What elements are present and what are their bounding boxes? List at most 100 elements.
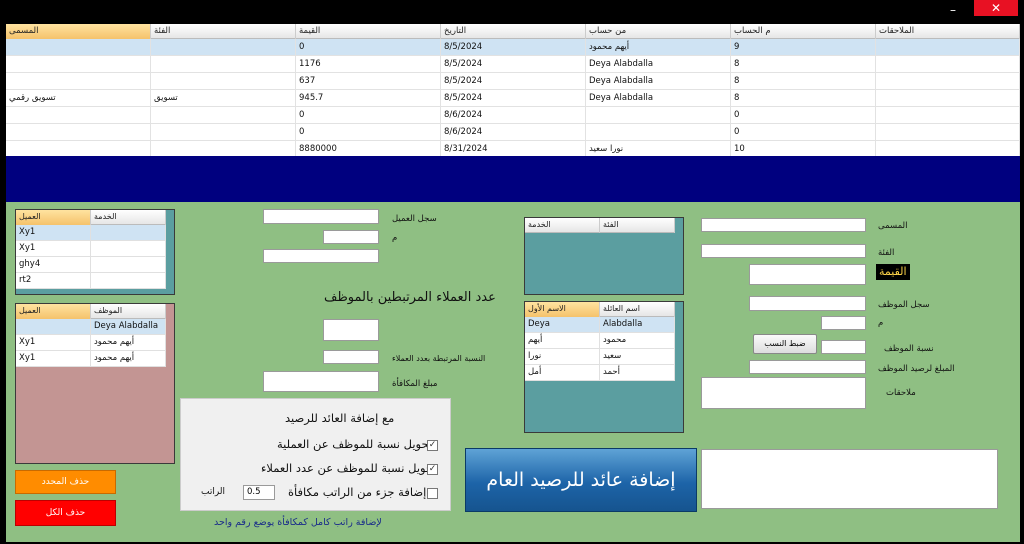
- table-cell[interactable]: [151, 107, 296, 123]
- table-cell[interactable]: 8/6/2024: [441, 124, 586, 140]
- table-cell[interactable]: 0: [731, 124, 876, 140]
- table-cell[interactable]: Deya Alabdalla: [586, 73, 731, 89]
- table-cell[interactable]: 0: [731, 107, 876, 123]
- table-row[interactable]: Xy1 أيهم محمود: [16, 335, 166, 351]
- table-cell[interactable]: [91, 225, 166, 240]
- table-cell[interactable]: سعيد: [600, 349, 675, 364]
- table-cell[interactable]: [6, 124, 151, 140]
- table-row[interactable]: أمل أحمد: [525, 365, 675, 381]
- col-header-service[interactable]: الخدمة: [91, 210, 166, 225]
- minimize-button[interactable]: –: [930, 0, 976, 20]
- employees-grid[interactable]: العميل الموظف Deya Alabdalla Xy1 أيهم محمو…: [15, 303, 175, 464]
- client-m-input[interactable]: [323, 230, 379, 244]
- employee-ratio-input[interactable]: [821, 340, 866, 354]
- clients-count-input[interactable]: [323, 319, 379, 341]
- table-cell[interactable]: [876, 141, 1020, 157]
- option-salary-bonus-checkbox[interactable]: [427, 488, 438, 499]
- table-cell[interactable]: [6, 107, 151, 123]
- table-row[interactable]: Deya Alabdalla: [16, 319, 166, 335]
- col-header-value[interactable]: القيمة: [296, 24, 441, 39]
- table-cell[interactable]: Deya Alabdalla: [586, 56, 731, 72]
- table-cell[interactable]: [91, 273, 166, 288]
- col-header-date[interactable]: التاريخ: [441, 24, 586, 39]
- table-cell[interactable]: [151, 73, 296, 89]
- salary-ratio-input[interactable]: 0.5: [243, 485, 275, 500]
- table-cell[interactable]: 10: [731, 141, 876, 157]
- col-header-service[interactable]: الخدمة: [525, 218, 600, 233]
- table-row[interactable]: Xy1: [16, 241, 166, 257]
- table-cell[interactable]: Xy1: [16, 225, 91, 240]
- names-grid[interactable]: الاسم الأول اسم العائلة Deya Alabdalla أيه…: [524, 301, 684, 433]
- table-cell[interactable]: [876, 124, 1020, 140]
- table-cell[interactable]: 945.7: [296, 90, 441, 106]
- log-textarea[interactable]: [701, 449, 998, 509]
- table-cell[interactable]: نورا سعيد: [586, 141, 731, 157]
- table-cell[interactable]: rt2: [16, 273, 91, 288]
- option-clients-count-checkbox[interactable]: ✓: [427, 464, 438, 475]
- table-cell[interactable]: [151, 56, 296, 72]
- table-cell[interactable]: [151, 141, 296, 157]
- table-cell[interactable]: 0: [296, 39, 441, 55]
- table-cell[interactable]: أمل: [525, 365, 600, 380]
- table-row[interactable]: Deya Alabdalla: [525, 317, 675, 333]
- table-cell[interactable]: Alabdalla: [600, 317, 675, 332]
- table-cell[interactable]: 1176: [296, 56, 441, 72]
- table-row[interactable]: 0 8/6/2024 0: [6, 107, 1020, 124]
- table-row[interactable]: 1176 8/5/2024 Deya Alabdalla 8: [6, 56, 1020, 73]
- employee-amount-input[interactable]: [749, 360, 866, 374]
- table-row[interactable]: تسويق رقمي تسويق 945.7 8/5/2024 Deya Alabdal…: [6, 90, 1020, 107]
- table-cell[interactable]: Xy1: [16, 241, 91, 256]
- col-header-notes[interactable]: الملاحقات: [876, 24, 1020, 39]
- service-grid[interactable]: الخدمة الفئة: [524, 217, 684, 295]
- table-cell[interactable]: Deya Alabdalla: [586, 90, 731, 106]
- table-cell[interactable]: 8: [731, 73, 876, 89]
- table-cell[interactable]: Xy1: [16, 335, 91, 350]
- table-cell[interactable]: 8/31/2024: [441, 141, 586, 157]
- table-cell[interactable]: أيهم: [525, 333, 600, 348]
- close-button[interactable]: ✕: [974, 0, 1018, 16]
- table-row[interactable]: أيهم محمود: [525, 333, 675, 349]
- table-cell[interactable]: 8/5/2024: [441, 73, 586, 89]
- table-row[interactable]: rt2: [16, 273, 166, 289]
- table-cell[interactable]: [586, 107, 731, 123]
- col-header-client[interactable]: العميل: [16, 304, 91, 319]
- table-cell[interactable]: 0: [296, 107, 441, 123]
- table-cell[interactable]: أيهم محمود: [586, 39, 731, 55]
- table-cell[interactable]: [6, 141, 151, 157]
- col-header-name[interactable]: المسمى: [6, 24, 151, 39]
- table-cell[interactable]: 8: [731, 90, 876, 106]
- table-cell[interactable]: ghy4: [16, 257, 91, 272]
- table-cell[interactable]: تسويق رقمي: [6, 90, 151, 106]
- client-extra-input[interactable]: [263, 249, 379, 263]
- bonus-amount-input[interactable]: [263, 371, 379, 392]
- table-cell[interactable]: أيهم محمود: [91, 351, 166, 366]
- transactions-grid[interactable]: المسمى الفئة القيمة التاريخ من حساب م ال…: [6, 24, 1020, 158]
- table-cell[interactable]: 8880000: [296, 141, 441, 157]
- col-header-from-account[interactable]: من حساب: [586, 24, 731, 39]
- table-row[interactable]: 637 8/5/2024 Deya Alabdalla 8: [6, 73, 1020, 90]
- table-row[interactable]: Xy1 أيهم محمود: [16, 351, 166, 367]
- set-ratios-button[interactable]: ضبط النسب: [753, 334, 817, 354]
- table-row[interactable]: 0 8/6/2024 0: [6, 124, 1020, 141]
- table-cell[interactable]: أحمد: [600, 365, 675, 380]
- table-cell[interactable]: [876, 90, 1020, 106]
- table-cell[interactable]: [876, 56, 1020, 72]
- table-cell[interactable]: [6, 73, 151, 89]
- employee-m-input[interactable]: [821, 316, 866, 330]
- table-cell[interactable]: [6, 56, 151, 72]
- table-row[interactable]: ghy4: [16, 257, 166, 273]
- table-cell[interactable]: Xy1: [16, 351, 91, 366]
- table-cell[interactable]: [876, 73, 1020, 89]
- table-cell[interactable]: [876, 107, 1020, 123]
- notes-input[interactable]: [701, 377, 866, 409]
- col-header-employee[interactable]: الموظف: [91, 304, 166, 319]
- table-cell[interactable]: [91, 257, 166, 272]
- col-header-account-no[interactable]: م الحساب: [731, 24, 876, 39]
- value-input[interactable]: [749, 264, 866, 285]
- table-row[interactable]: نورا سعيد: [525, 349, 675, 365]
- table-cell[interactable]: 8/5/2024: [441, 90, 586, 106]
- table-cell[interactable]: 8/5/2024: [441, 56, 586, 72]
- table-row[interactable]: 0 8/5/2024 أيهم محمود 9: [6, 39, 1020, 56]
- employee-record-input[interactable]: [749, 296, 866, 311]
- col-header-client[interactable]: العميل: [16, 210, 91, 225]
